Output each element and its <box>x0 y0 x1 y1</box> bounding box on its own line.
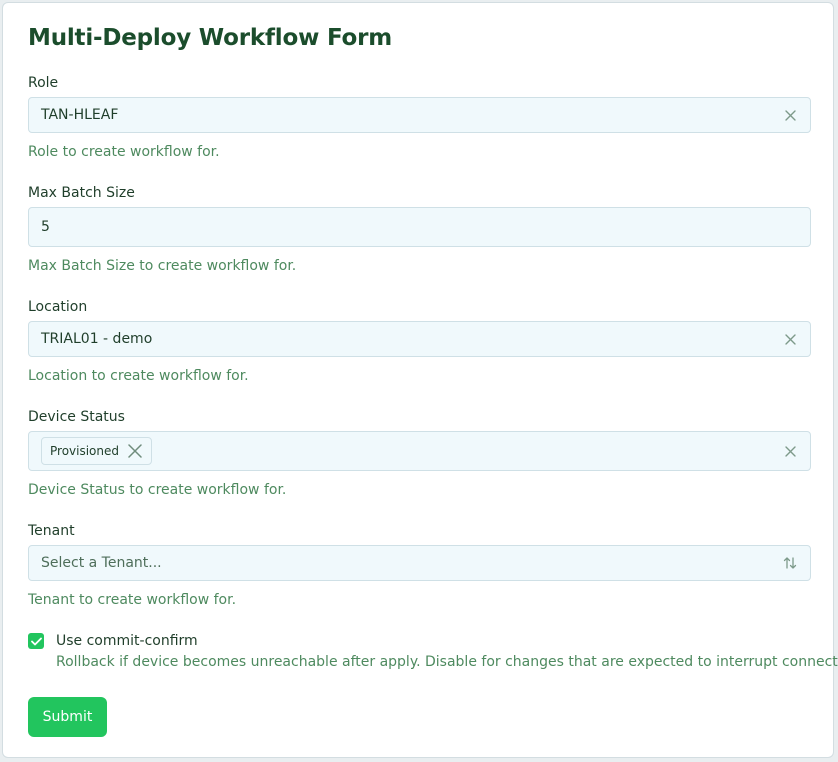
batch-size-value: 5 <box>41 219 50 235</box>
device-status-clear-icon[interactable] <box>783 444 797 458</box>
location-help-text: Location to create workflow for. <box>28 368 249 384</box>
tenant-placeholder: Select a Tenant... <box>41 555 162 571</box>
commit-confirm-label[interactable]: Use commit-confirm <box>56 633 198 649</box>
location-label: Location <box>28 299 88 315</box>
role-help-text: Role to create workflow for. <box>28 144 220 160</box>
commit-confirm-checkbox[interactable] <box>28 633 44 649</box>
role-value: TAN-HLEAF <box>41 107 119 123</box>
location-select[interactable]: TRIAL01 - demo <box>28 321 811 357</box>
sort-arrows-icon[interactable] <box>783 556 797 570</box>
device-status-help-text: Device Status to create workflow for. <box>28 482 287 498</box>
role-label: Role <box>28 75 59 91</box>
role-select[interactable]: TAN-HLEAF <box>28 97 811 133</box>
location-value: TRIAL01 - demo <box>41 331 153 347</box>
batch-size-help-text: Max Batch Size to create workflow for. <box>28 258 297 274</box>
batch-size-input[interactable]: 5 <box>28 207 811 247</box>
tenant-label: Tenant <box>28 523 75 539</box>
page-title: Multi-Deploy Workflow Form <box>28 25 393 51</box>
submit-button[interactable]: Submit <box>28 697 107 737</box>
tenant-select[interactable]: Select a Tenant... <box>28 545 811 581</box>
device-status-label: Device Status <box>28 409 125 425</box>
device-status-chip: Provisioned <box>41 437 153 465</box>
chip-remove-icon[interactable] <box>127 443 143 459</box>
checkmark-icon <box>30 637 42 645</box>
chip-label: Provisioned <box>50 444 120 458</box>
commit-confirm-description: Rollback if device becomes unreachable a… <box>56 654 838 670</box>
workflow-form-card: Multi-Deploy Workflow Form Role TAN-HLEA… <box>2 2 838 758</box>
tenant-help-text: Tenant to create workflow for. <box>28 592 237 608</box>
role-clear-icon[interactable] <box>783 108 797 122</box>
batch-size-label: Max Batch Size <box>28 185 135 201</box>
device-status-multiselect[interactable]: Provisioned <box>28 431 811 471</box>
location-clear-icon[interactable] <box>783 332 797 346</box>
